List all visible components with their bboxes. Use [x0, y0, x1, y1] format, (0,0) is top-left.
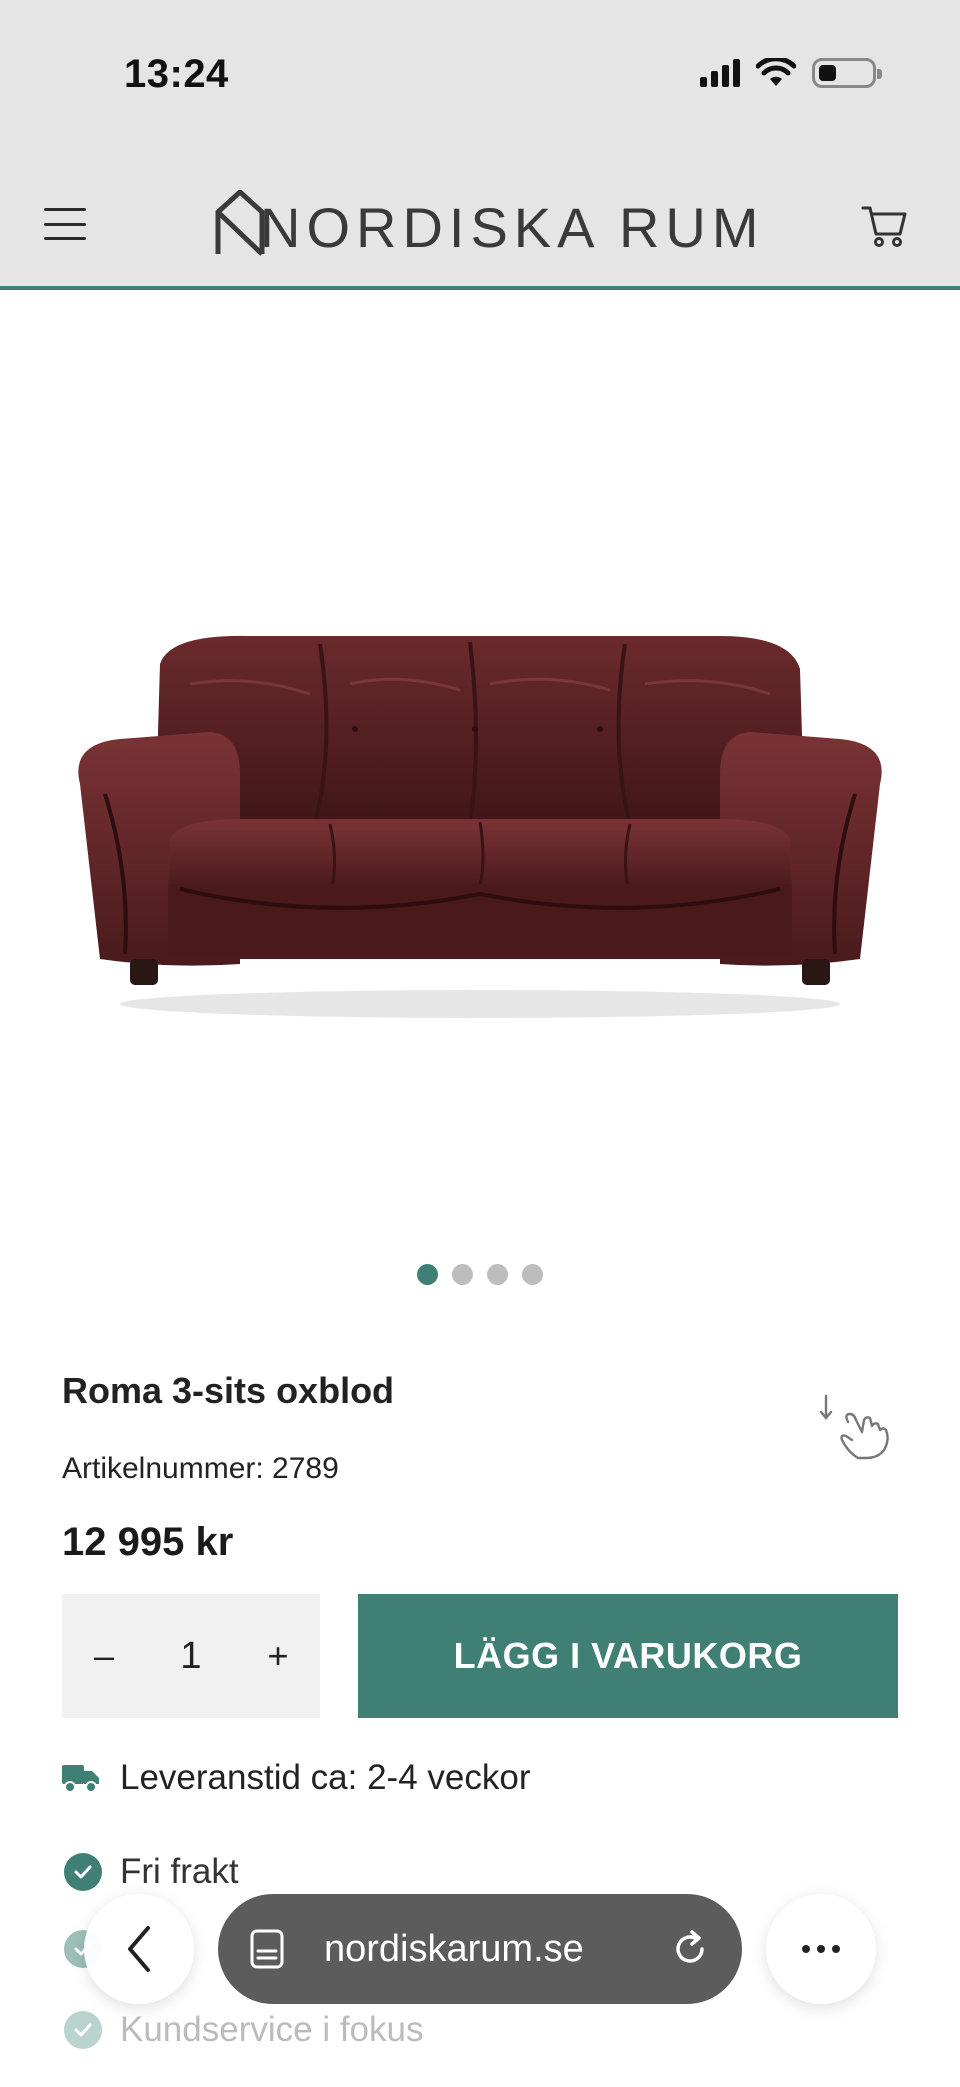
- browser-back-button[interactable]: [84, 1894, 194, 2004]
- truck-icon: [62, 1765, 99, 1793]
- gallery-pagination: [0, 1264, 960, 1285]
- usp-item: Fri frakt: [64, 1852, 239, 1892]
- gallery-dot-3[interactable]: [487, 1264, 508, 1285]
- add-to-cart-button[interactable]: LÄGG I VARUKORG: [358, 1594, 898, 1718]
- site-header: 13:24 NORDISKA RUM: [0, 0, 960, 290]
- usp-item: Kundservice i fokus: [64, 2010, 423, 2050]
- battery-icon: [812, 58, 882, 88]
- tab-overview-icon: [250, 1929, 284, 1969]
- quantity-value[interactable]: 1: [180, 1635, 201, 1678]
- logo-house-icon: [215, 190, 265, 256]
- brand-name: NORDISKA RUM: [260, 196, 765, 259]
- usp-text: Kundservice i fokus: [120, 2010, 424, 2049]
- check-icon: [64, 2011, 102, 2049]
- status-icons: [700, 56, 882, 90]
- cart-icon[interactable]: [860, 200, 910, 250]
- usp-text: Fri frakt: [120, 1852, 239, 1891]
- product-title: Roma 3-sits oxblod: [62, 1370, 395, 1411]
- scroll-hint-hand-icon: [819, 1394, 889, 1460]
- status-time: 13:24: [124, 52, 229, 96]
- gallery-dot-1[interactable]: [417, 1264, 438, 1285]
- reload-icon[interactable]: [668, 1927, 712, 1971]
- quantity-increase-button[interactable]: +: [258, 1635, 298, 1677]
- product-gallery[interactable]: [0, 294, 960, 1285]
- cellular-signal-icon: [700, 59, 740, 87]
- delivery-text: Leveranstid ca: 2-4 veckor: [120, 1758, 531, 1797]
- quantity-decrease-button[interactable]: –: [84, 1635, 124, 1677]
- url-text: nordiskarum.se: [324, 1927, 584, 1970]
- brand-logo[interactable]: NORDISKA RUM: [214, 186, 765, 256]
- wifi-icon: [756, 58, 796, 86]
- chevron-left-icon: [128, 1926, 150, 1972]
- delivery-info: Leveranstid ca: 2-4 veckor: [62, 1758, 530, 1798]
- hamburger-menu-button[interactable]: [44, 208, 86, 240]
- product-sku: Artikelnummer: 2789: [62, 1452, 339, 1485]
- check-icon: [64, 1853, 102, 1891]
- browser-address-bar[interactable]: nordiskarum.se: [218, 1894, 742, 2004]
- battery-level: [819, 65, 837, 81]
- gallery-dot-4[interactable]: [522, 1264, 543, 1285]
- quantity-stepper: – 1 +: [62, 1594, 320, 1718]
- product-price: 12 995 kr: [62, 1520, 234, 1564]
- sofa-photo: [78, 635, 882, 1018]
- more-options-button[interactable]: [766, 1894, 876, 2004]
- gallery-dot-2[interactable]: [452, 1264, 473, 1285]
